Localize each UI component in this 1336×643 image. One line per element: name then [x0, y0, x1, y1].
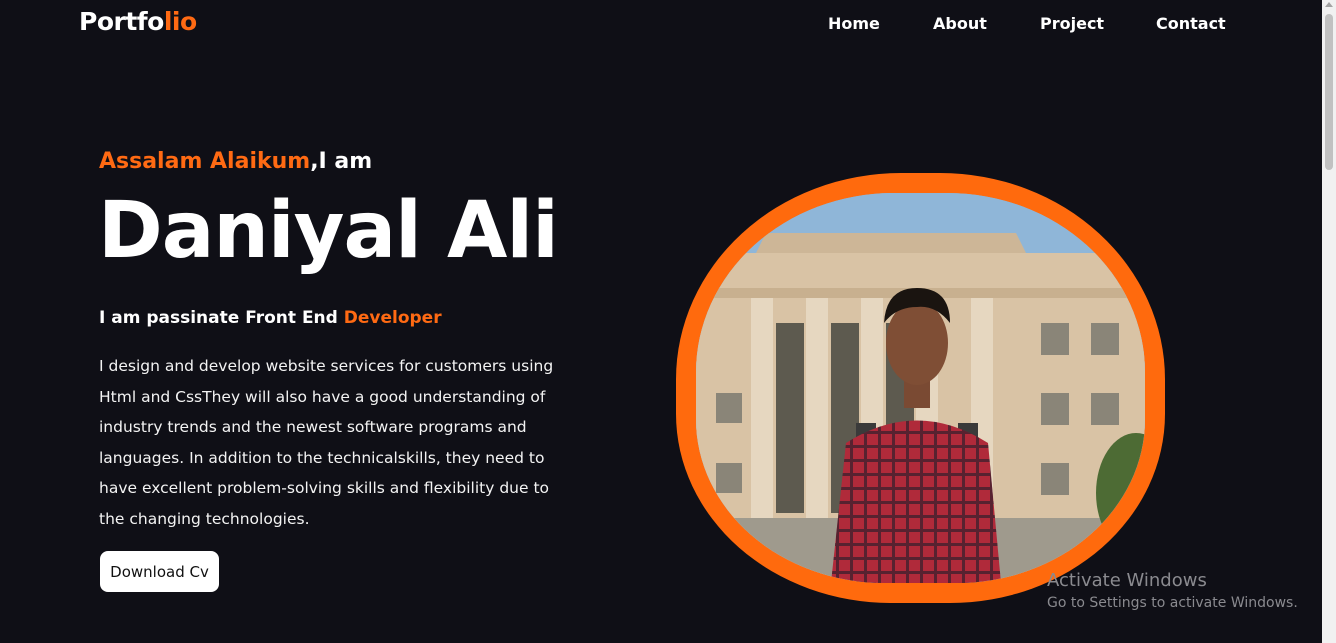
activation-watermark-subtitle: Go to Settings to activate Windows. — [1047, 595, 1298, 611]
role-accent: Developer — [343, 308, 442, 328]
nav-about[interactable]: About — [933, 14, 987, 33]
role-main: I am passinate Front End — [99, 308, 344, 328]
profile-photo — [696, 193, 1145, 583]
page: Portfolio Home About Project Contact Ass… — [0, 0, 1336, 643]
greeting-accent: Assalam Alaikum — [99, 149, 311, 174]
hero-description: I design and develop website services fo… — [99, 357, 554, 528]
nav-project[interactable]: Project — [1040, 14, 1104, 33]
logo-accent: lio — [163, 7, 197, 36]
scroll-up-arrow-icon[interactable] — [1325, 2, 1333, 7]
logo-main: Portfo — [79, 7, 164, 36]
profile-photo-illustration — [696, 193, 1145, 583]
nav-contact[interactable]: Contact — [1156, 14, 1226, 33]
download-cv-button[interactable]: Download Cv — [100, 551, 219, 592]
vertical-scrollbar[interactable] — [1322, 0, 1336, 643]
role-line: I am passinate Front End Developer — [99, 308, 442, 328]
nav-home[interactable]: Home — [828, 14, 880, 33]
activation-watermark-title: Activate Windows — [1047, 570, 1207, 591]
portrait-frame — [676, 173, 1165, 603]
logo[interactable]: Portfolio — [79, 7, 197, 36]
greeting: Assalam Alaikum,I am — [99, 149, 372, 174]
scroll-thumb[interactable] — [1325, 14, 1333, 170]
greeting-rest: ,I am — [310, 149, 373, 174]
hero-name: Daniyal Ali — [98, 186, 559, 276]
